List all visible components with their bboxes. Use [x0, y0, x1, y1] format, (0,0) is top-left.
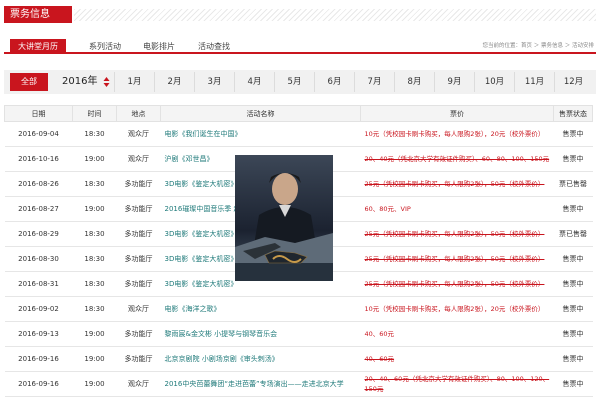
cell-date: 2016-09-02	[4, 296, 73, 322]
cell-date: 2016-08-31	[4, 271, 73, 297]
table-row[interactable]: 2016-09-16 19:00 观众厅 2016中央芭蕾舞团“走进芭蕾”专场演出——…	[4, 371, 593, 397]
cell-venue: 观众厅	[116, 121, 161, 147]
cell-time: 18:30	[72, 271, 117, 297]
month-6[interactable]: 6月	[314, 72, 354, 92]
cell-price: 40、60元	[360, 346, 554, 372]
cell-status: 售票中	[553, 271, 593, 297]
tab-search[interactable]: 活动查找	[189, 39, 239, 54]
breadcrumb: 您当前的位置：首页 ＞ 票务信息 ＞ 活动安排	[482, 43, 595, 49]
cell-status: 票已售罄	[553, 171, 593, 197]
month-2[interactable]: 2月	[154, 72, 194, 92]
header-event-name: 活动名称	[160, 105, 361, 122]
month-10[interactable]: 10月	[474, 72, 514, 92]
month-3[interactable]: 3月	[194, 72, 234, 92]
cell-time: 18:30	[72, 221, 117, 247]
cell-status: 售票中	[553, 246, 593, 272]
tab-movies[interactable]: 电影排片	[134, 39, 184, 54]
cell-venue: 多功能厅	[116, 171, 161, 197]
cell-venue: 观众厅	[116, 146, 161, 172]
cell-price: 25元（凭校园卡刷卡购买，每人限购2张），50元（校外票价）	[360, 246, 554, 272]
cell-date: 2016-08-29	[4, 221, 73, 247]
cell-time: 19:00	[72, 346, 117, 372]
header-status: 售票状态	[553, 105, 593, 122]
cell-venue: 观众厅	[116, 371, 161, 397]
event-poster-image	[235, 155, 333, 281]
cell-price: 10元（凭校园卡刷卡购买，每人限购2张），20元（校外票价）	[360, 296, 554, 322]
header-venue: 地点	[116, 105, 161, 122]
cell-status: 售票中	[553, 196, 593, 222]
cell-venue: 多功能厅	[116, 346, 161, 372]
month-5[interactable]: 5月	[274, 72, 314, 92]
cell-status: 售票中	[553, 321, 593, 347]
month-9[interactable]: 9月	[434, 72, 474, 92]
cell-time: 18:30	[72, 171, 117, 197]
event-name-link[interactable]: 2016中央芭蕾舞团“走进芭蕾”专场演出——走进北京大学	[160, 371, 361, 397]
cell-time: 19:00	[72, 321, 117, 347]
month-1[interactable]: 1月	[114, 72, 154, 92]
cell-venue: 多功能厅	[116, 221, 161, 247]
cell-price: 10元（凭校园卡刷卡购买，每人限购2张），20元（校外票价）	[360, 121, 554, 147]
page-header: 票务信息	[0, 4, 600, 26]
table-header: 日期 时间 地点 活动名称 票价 售票状态	[4, 105, 593, 122]
cell-time: 18:30	[72, 296, 117, 322]
header-time: 时间	[72, 105, 117, 122]
event-name-link[interactable]: 电影《海洋之歌》	[160, 296, 361, 322]
cell-price: 60、80元、VIP	[360, 196, 554, 222]
cell-status: 票已售罄	[553, 221, 593, 247]
event-name-link[interactable]: 北京京剧院 小剧场京剧《审头刺汤》	[160, 346, 361, 372]
cell-price: 25元（凭校园卡刷卡购买，每人限购2张），50元（校外票价）	[360, 221, 554, 247]
cell-date: 2016-08-26	[4, 171, 73, 197]
table-row[interactable]: 2016-09-13 19:00 多功能厅 黎雨宸&金文彬 小提琴与钢琴音乐会 40、6…	[4, 321, 593, 347]
year-select[interactable]: 2016年	[62, 73, 97, 91]
cell-date: 2016-09-04	[4, 121, 73, 147]
cell-status: 售票中	[553, 121, 593, 147]
cell-date: 2016-10-16	[4, 146, 73, 172]
month-8[interactable]: 8月	[394, 72, 434, 92]
tab-series[interactable]: 系列活动	[80, 39, 130, 54]
cell-date: 2016-09-13	[4, 321, 73, 347]
cell-price: 20、40元（凭北京大学有效证件购买）、60、80、100、150元	[360, 146, 554, 172]
header-price: 票价	[360, 105, 554, 122]
header-date: 日期	[4, 105, 73, 122]
cell-price: 40、60元	[360, 321, 554, 347]
cell-price: 25元（凭校园卡刷卡购买，每人限购2张），50元（校外票价）	[360, 271, 554, 297]
cell-date: 2016-09-16	[4, 346, 73, 372]
tab-bar: 大讲堂月历 系列活动 电影排片 活动查找 您当前的位置：首页 ＞ 票务信息 ＞ …	[4, 38, 596, 54]
cell-time: 18:30	[72, 246, 117, 272]
table-row[interactable]: 2016-09-16 19:00 多功能厅 北京京剧院 小剧场京剧《审头刺汤》 40、6…	[4, 346, 593, 372]
cell-date: 2016-08-27	[4, 196, 73, 222]
month-12[interactable]: 12月	[554, 72, 592, 92]
table-row[interactable]: 2016-09-02 18:30 观众厅 电影《海洋之歌》 10元（凭校园卡刷卡购买，每…	[4, 296, 593, 322]
month-filter-bar: 全部 2016年 1月 2月 3月 4月 5月 6月 7月 8月 9月 10月 …	[4, 70, 596, 94]
month-4[interactable]: 4月	[234, 72, 274, 92]
cell-status: 售票中	[553, 296, 593, 322]
cell-price: 25元（凭校园卡刷卡购买，每人限购2张），50元（校外票价）	[360, 171, 554, 197]
cell-status: 售票中	[553, 346, 593, 372]
event-name-link[interactable]: 黎雨宸&金文彬 小提琴与钢琴音乐会	[160, 321, 361, 347]
cell-venue: 多功能厅	[116, 271, 161, 297]
cell-time: 19:00	[72, 146, 117, 172]
cell-status: 售票中	[553, 371, 593, 397]
cell-venue: 观众厅	[116, 296, 161, 322]
cell-price: 20、40、60元（凭北京大学有效证件购买）、80、100、120、150元	[360, 371, 554, 397]
month-11[interactable]: 11月	[514, 72, 554, 92]
header-stripe	[74, 9, 596, 21]
all-button[interactable]: 全部	[10, 73, 48, 91]
table-row[interactable]: 2016-09-04 18:30 观众厅 电影《我们诞生在中国》 10元（凭校园卡刷卡购…	[4, 121, 593, 147]
cell-time: 19:00	[72, 196, 117, 222]
year-stepper-icon[interactable]	[103, 76, 110, 88]
cell-status: 售票中	[553, 146, 593, 172]
cell-date: 2016-08-30	[4, 246, 73, 272]
cell-venue: 多功能厅	[116, 321, 161, 347]
month-7[interactable]: 7月	[354, 72, 394, 92]
section-title: 票务信息	[4, 6, 72, 23]
cell-venue: 多功能厅	[116, 246, 161, 272]
event-name-link[interactable]: 电影《我们诞生在中国》	[160, 121, 361, 147]
cell-date: 2016-09-16	[4, 371, 73, 397]
cell-venue: 多功能厅	[116, 196, 161, 222]
cell-time: 18:30	[72, 121, 117, 147]
cell-time: 19:00	[72, 371, 117, 397]
tab-calendar[interactable]: 大讲堂月历	[10, 39, 66, 54]
